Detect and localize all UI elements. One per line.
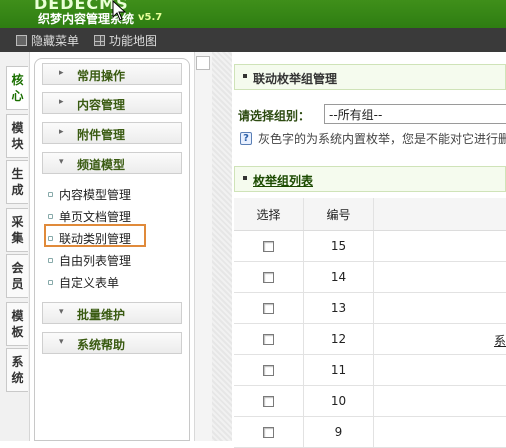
menu-item-content-model[interactable]: 内容模型管理 bbox=[48, 186, 131, 203]
mouse-cursor-icon bbox=[112, 0, 127, 21]
table-row: 12 系 bbox=[234, 324, 506, 355]
panel-divider[interactable] bbox=[194, 52, 212, 441]
row-id: 11 bbox=[304, 355, 374, 385]
column-header-id: 编号 bbox=[304, 198, 374, 230]
menu-item-single-page[interactable]: 单页文档管理 bbox=[48, 208, 131, 225]
section-attachment-mgmt[interactable]: ▸ 附件管理 bbox=[42, 122, 182, 144]
table-row: 9 bbox=[234, 417, 506, 448]
row-id: 12 bbox=[304, 324, 374, 354]
table-row: 10 bbox=[234, 386, 506, 417]
tab-core[interactable]: 核心 bbox=[6, 66, 28, 110]
row-checkbox[interactable] bbox=[263, 271, 274, 283]
section-label: 内容管理 bbox=[77, 98, 126, 112]
help-icon: ? bbox=[240, 132, 252, 145]
top-banner: DEDECMS 织梦内容管理系统 v5.7 bbox=[0, 0, 506, 28]
table-row: 11 bbox=[234, 355, 506, 386]
row-system-link[interactable]: 系 bbox=[494, 332, 506, 349]
group-filter-row: 请选择组别： --所有组-- bbox=[236, 104, 506, 126]
bullet-icon bbox=[48, 280, 53, 285]
hide-menu-button[interactable]: 隐藏菜单 bbox=[16, 32, 79, 49]
divider-toggle-button[interactable] bbox=[196, 56, 210, 70]
menu-item-free-list[interactable]: 自由列表管理 bbox=[48, 252, 131, 269]
tab-modules[interactable]: 模块 bbox=[6, 114, 28, 158]
group-filter-label: 请选择组别： bbox=[238, 109, 311, 123]
table-header-row: 选择 编号 bbox=[234, 198, 506, 231]
section-channel-model[interactable]: ▾ 频道模型 bbox=[42, 152, 182, 174]
hide-menu-label: 隐藏菜单 bbox=[31, 34, 80, 48]
section-label: 频道模型 bbox=[77, 158, 126, 172]
list-title-bar: 枚举组列表 bbox=[234, 166, 506, 192]
arrow-down-icon: ▾ bbox=[59, 307, 64, 317]
row-checkbox[interactable] bbox=[263, 426, 274, 438]
main-content: 联动枚举组管理 请选择组别： --所有组-- ? 灰色字的为系统内置枚举，您是不… bbox=[232, 52, 506, 448]
page-title: 联动枚举组管理 bbox=[253, 72, 338, 86]
group-select[interactable]: --所有组-- bbox=[324, 104, 506, 124]
gutter-pattern bbox=[212, 52, 232, 441]
bullet-icon bbox=[243, 74, 247, 78]
section-label: 系统帮助 bbox=[77, 338, 126, 352]
bullet-icon bbox=[48, 192, 53, 197]
row-checkbox[interactable] bbox=[263, 364, 274, 376]
row-id: 9 bbox=[304, 417, 374, 447]
menu-item-label: 内容模型管理 bbox=[59, 188, 132, 202]
page-title-bar: 联动枚举组管理 bbox=[234, 64, 506, 90]
table-row: 14 bbox=[234, 262, 506, 293]
section-batch-maintain[interactable]: ▾ 批量维护 bbox=[42, 302, 182, 324]
grid-icon bbox=[94, 35, 105, 46]
selection-highlight bbox=[44, 224, 146, 247]
row-checkbox[interactable] bbox=[263, 240, 274, 252]
arrow-right-icon: ▸ bbox=[59, 127, 64, 137]
vertical-tab-bar: 核心 模块 生成 采集 会员 模板 系统 bbox=[0, 52, 30, 441]
version-label: v5.7 bbox=[138, 12, 163, 23]
menu-item-label: 单页文档管理 bbox=[59, 210, 132, 224]
section-label: 常用操作 bbox=[77, 69, 126, 83]
left-menu-frame bbox=[34, 58, 190, 441]
section-system-help[interactable]: ▾ 系统帮助 bbox=[42, 332, 182, 354]
tab-collect[interactable]: 采集 bbox=[6, 208, 28, 252]
menu-item-label: 自定义表单 bbox=[59, 276, 120, 290]
menu-item-custom-form[interactable]: 自定义表单 bbox=[48, 274, 119, 291]
arrow-right-icon: ▸ bbox=[59, 68, 64, 78]
row-id: 13 bbox=[304, 293, 374, 323]
list-title[interactable]: 枚举组列表 bbox=[253, 172, 313, 189]
arrow-down-icon: ▾ bbox=[59, 337, 64, 347]
row-id: 14 bbox=[304, 262, 374, 292]
tab-generate[interactable]: 生成 bbox=[6, 160, 28, 204]
hide-menu-icon bbox=[16, 35, 27, 46]
enum-group-table: 选择 编号 15 14 13 12 系 11 10 9 bbox=[234, 198, 506, 448]
row-checkbox[interactable] bbox=[263, 333, 274, 345]
site-map-button[interactable]: 功能地图 bbox=[94, 32, 157, 49]
notice-row: ? 灰色字的为系统内置枚举，您是不能对它进行删 bbox=[240, 130, 506, 147]
row-id: 10 bbox=[304, 386, 374, 416]
menu-item-label: 自由列表管理 bbox=[59, 254, 132, 268]
bullet-icon bbox=[48, 258, 53, 263]
tab-members[interactable]: 会员 bbox=[6, 254, 28, 298]
arrow-right-icon: ▸ bbox=[59, 97, 64, 107]
bullet-icon bbox=[48, 214, 53, 219]
row-id: 15 bbox=[304, 231, 374, 261]
tab-templates[interactable]: 模板 bbox=[6, 302, 28, 346]
arrow-down-icon: ▾ bbox=[59, 157, 64, 167]
row-checkbox[interactable] bbox=[263, 302, 274, 314]
site-map-label: 功能地图 bbox=[109, 34, 158, 48]
section-label: 附件管理 bbox=[77, 128, 126, 142]
section-common-ops[interactable]: ▸ 常用操作 bbox=[42, 63, 182, 85]
column-header-select: 选择 bbox=[234, 198, 304, 230]
bullet-icon bbox=[243, 176, 247, 180]
section-content-mgmt[interactable]: ▸ 内容管理 bbox=[42, 92, 182, 114]
menu-bar: 隐藏菜单 功能地图 bbox=[0, 28, 506, 52]
section-label: 批量维护 bbox=[77, 308, 126, 322]
row-checkbox[interactable] bbox=[263, 395, 274, 407]
left-menu-panel: ▸ 常用操作 ▸ 内容管理 ▸ 附件管理 ▾ 频道模型 内容模型管理 单页文档管… bbox=[30, 52, 194, 441]
table-row: 13 bbox=[234, 293, 506, 324]
notice-text: 灰色字的为系统内置枚举，您是不能对它进行删 bbox=[257, 132, 506, 146]
table-row: 15 bbox=[234, 231, 506, 262]
tab-system[interactable]: 系统 bbox=[6, 348, 28, 392]
